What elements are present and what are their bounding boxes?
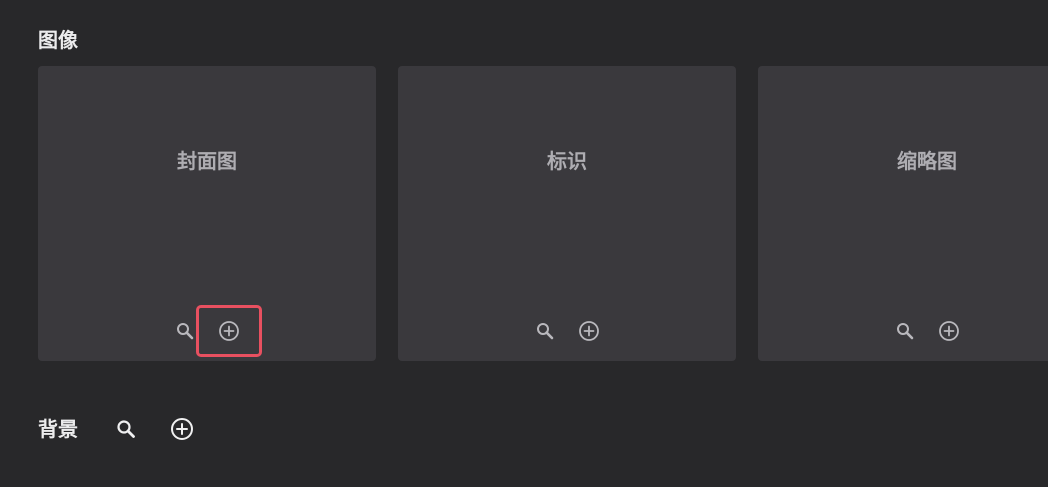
add-circle-icon[interactable] <box>162 414 202 444</box>
image-tile-tools <box>890 316 964 346</box>
image-tile-thumbnail[interactable]: 缩略图 <box>758 66 1048 361</box>
image-tile-tools <box>170 305 262 357</box>
image-tile-logo[interactable]: 标识 <box>398 66 736 361</box>
image-tile-tools <box>530 316 604 346</box>
background-section: 背景 <box>38 414 218 444</box>
image-tile-label: 缩略图 <box>897 149 957 173</box>
add-circle-icon[interactable] <box>934 316 964 346</box>
search-icon[interactable] <box>890 316 920 346</box>
image-tile-cover[interactable]: 封面图 <box>38 66 376 361</box>
search-icon[interactable] <box>530 316 560 346</box>
add-circle-icon[interactable] <box>196 305 262 357</box>
search-icon[interactable] <box>106 414 146 444</box>
search-icon[interactable] <box>170 316 200 346</box>
image-tile-label: 封面图 <box>177 149 237 173</box>
image-tile-label: 标识 <box>547 149 587 173</box>
background-section-title: 背景 <box>38 417 78 441</box>
add-circle-icon[interactable] <box>574 316 604 346</box>
images-section-title: 图像 <box>38 28 78 52</box>
